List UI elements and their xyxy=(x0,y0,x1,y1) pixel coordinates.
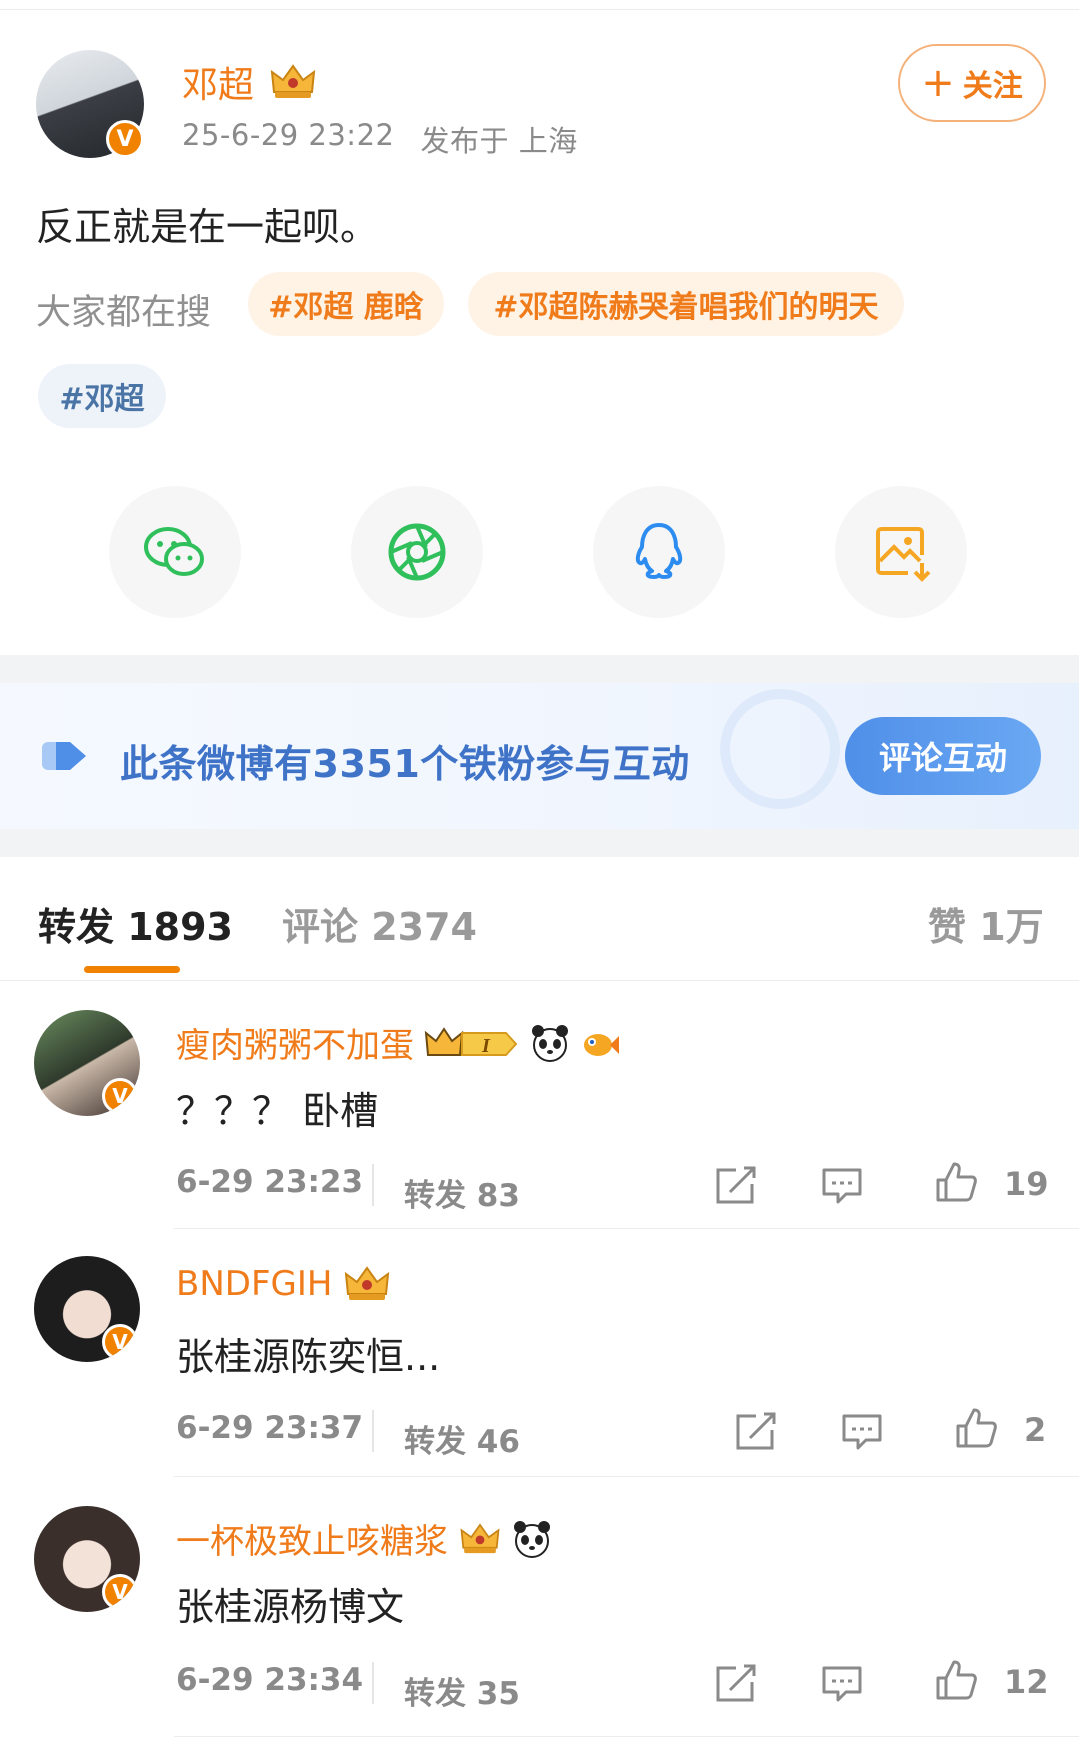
repost-count: 转发 83 xyxy=(404,1178,520,1214)
search-tag[interactable]: #邓超 xyxy=(38,364,166,428)
share-icon[interactable] xyxy=(714,1664,758,1704)
username[interactable]: 瘦肉粥粥不加蛋 xyxy=(176,1018,414,1067)
tab-comment[interactable]: 评论 2374 xyxy=(282,896,477,951)
tab-divider xyxy=(0,980,1079,981)
repost-count: 转发 35 xyxy=(404,1676,520,1712)
moments-icon xyxy=(388,523,446,581)
verified-icon: V xyxy=(106,120,144,158)
repost-text: ？？？ 卧槽 xyxy=(176,1089,379,1133)
like-icon[interactable] xyxy=(954,1408,998,1448)
share-wechat-button[interactable] xyxy=(109,486,241,618)
panda-icon xyxy=(532,1024,568,1062)
tab-like[interactable]: 赞 1万 xyxy=(928,896,1044,951)
wechat-icon xyxy=(144,527,204,576)
separator xyxy=(372,1662,374,1704)
fans-count-text: 此条微博有3351个铁粉参与互动 xyxy=(120,742,690,786)
repost-text: 张桂源陈奕恒... xyxy=(176,1335,441,1379)
repost-text: 张桂源杨博文 xyxy=(176,1585,405,1629)
like-icon[interactable] xyxy=(934,1162,978,1202)
repost-time: 6-29 23:23 xyxy=(176,1164,364,1200)
repost-count: 转发 46 xyxy=(404,1424,520,1460)
banner-watermark xyxy=(720,689,840,809)
author-name-row[interactable]: 邓超 xyxy=(182,56,318,108)
comment-interact-button[interactable]: 评论互动 xyxy=(845,717,1041,795)
comment-icon[interactable] xyxy=(820,1166,864,1206)
share-moments-button[interactable] xyxy=(351,486,483,618)
like-count: 2 xyxy=(1024,1411,1047,1449)
repost-time: 6-29 23:37 xyxy=(176,1410,364,1446)
share-icon[interactable] xyxy=(734,1412,778,1452)
avatar[interactable]: V xyxy=(34,1506,140,1612)
double-chevron-icon xyxy=(42,742,86,770)
separator xyxy=(372,1164,374,1206)
avatar[interactable]: V xyxy=(34,1010,140,1116)
verified-icon: V xyxy=(102,1574,138,1610)
vip-level-badge-icon: I xyxy=(424,1026,518,1057)
search-tag[interactable]: #邓超陈赫哭着唱我们的明天 xyxy=(468,272,904,336)
search-tag[interactable]: #邓超 鹿晗 xyxy=(248,272,444,336)
follow-label: 关注 xyxy=(962,69,1023,104)
verified-icon: V xyxy=(102,1324,138,1360)
section-gap xyxy=(0,829,1079,857)
row-divider xyxy=(174,1476,1079,1477)
fish-icon xyxy=(584,1033,619,1056)
crown-icon xyxy=(345,1266,390,1300)
username[interactable]: BNDFGIH xyxy=(176,1264,332,1304)
save-image-icon xyxy=(876,527,931,582)
plus-icon: + xyxy=(921,60,955,106)
repost-time: 6-29 23:34 xyxy=(176,1662,364,1698)
comment-icon[interactable] xyxy=(820,1664,864,1704)
post-meta: 25-6-29 23:22 发布于 上海 xyxy=(182,118,578,160)
top-divider xyxy=(0,0,1079,10)
post-time: 25-6-29 23:22 xyxy=(182,118,395,152)
tab-active-indicator xyxy=(84,966,180,973)
author-avatar-badge-wrap: V xyxy=(36,50,144,158)
fans-interaction-banner[interactable]: 此条微博有3351个铁粉参与互动 评论互动 xyxy=(0,683,1079,829)
panda-icon xyxy=(514,1520,550,1558)
like-count: 12 xyxy=(1004,1663,1049,1701)
list-item-username-row[interactable]: BNDFGIH xyxy=(176,1264,392,1304)
author-name[interactable]: 邓超 xyxy=(182,56,254,108)
follow-button[interactable]: + 关注 xyxy=(898,44,1046,122)
username[interactable]: 一杯极致止咳糖浆 xyxy=(176,1514,448,1563)
list-item-username-row[interactable]: 一杯极致止咳糖浆 xyxy=(176,1514,552,1563)
like-count: 19 xyxy=(1004,1165,1049,1203)
row-divider xyxy=(174,1736,1079,1737)
section-gap xyxy=(0,655,1079,683)
share-qq-button[interactable] xyxy=(593,486,725,618)
comment-icon[interactable] xyxy=(840,1412,884,1452)
avatar[interactable]: V xyxy=(34,1256,140,1362)
crown-icon xyxy=(270,64,316,98)
list-item-username-row[interactable]: 瘦肉粥粥不加蛋 I xyxy=(176,1018,620,1067)
verified-icon: V xyxy=(102,1078,138,1114)
crown-icon xyxy=(460,1522,500,1553)
post-location: 发布于 上海 xyxy=(420,124,578,158)
trending-search-label: 大家都在搜 xyxy=(36,293,212,333)
like-icon[interactable] xyxy=(934,1660,978,1700)
qq-icon xyxy=(635,523,683,579)
separator xyxy=(372,1410,374,1452)
post-text: 反正就是在一起呗。 xyxy=(36,205,379,249)
tab-repost[interactable]: 转发 1893 xyxy=(38,896,233,951)
share-icon[interactable] xyxy=(714,1166,758,1206)
row-divider xyxy=(174,1228,1079,1229)
save-image-button[interactable] xyxy=(835,486,967,618)
svg-text:I: I xyxy=(481,1035,491,1057)
